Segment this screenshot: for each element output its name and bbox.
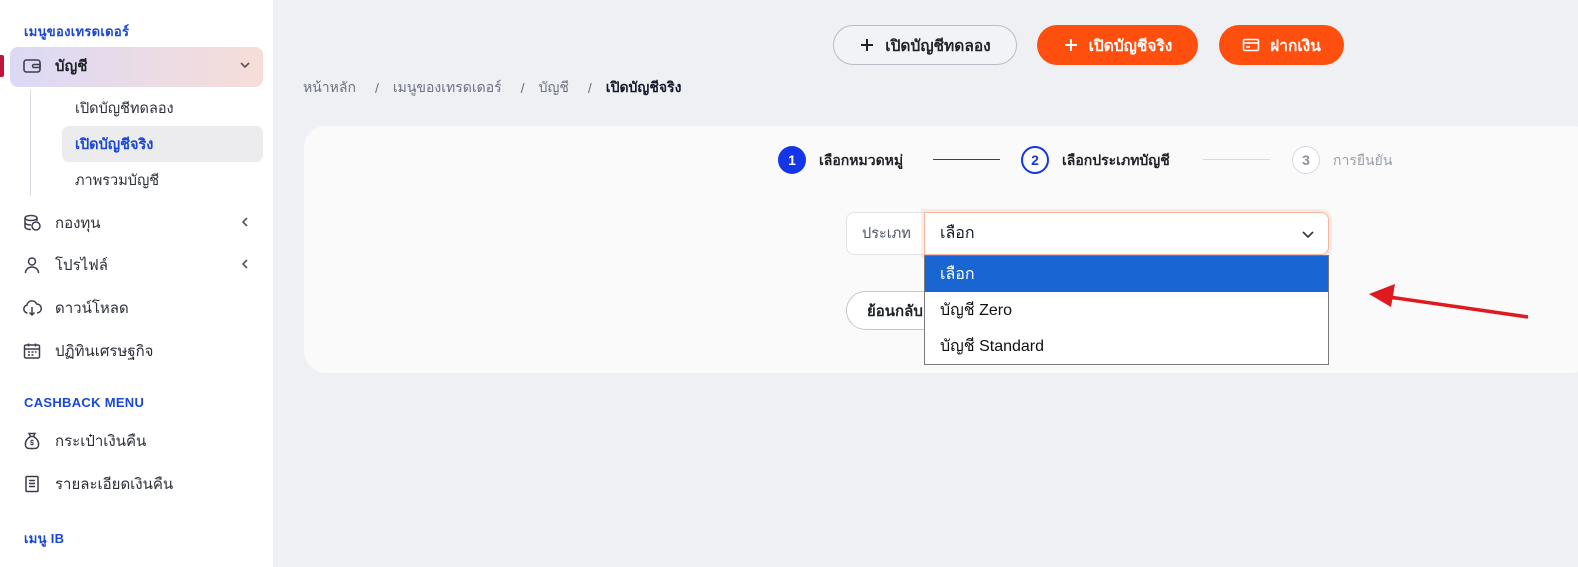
account-type-select[interactable]: เลือก (924, 212, 1329, 255)
section-title-cashback: CASHBACK MENU (24, 395, 145, 410)
red-arrow-annotation (1369, 284, 1529, 319)
chevron-left-icon (238, 215, 252, 229)
breadcrumb-separator: / (520, 80, 525, 96)
account-type-label: ประเภท (846, 212, 926, 255)
section-title-ib: เมนู IB (24, 531, 65, 546)
user-icon (22, 255, 42, 275)
dropdown-option[interactable]: บัญชี Standard (925, 328, 1328, 364)
section-title-trader: เมนูของเทรดเดอร์ (24, 24, 130, 39)
sidebar-item-label: รายละเอียดเงินคืน (55, 476, 174, 493)
deposit-button[interactable]: ฝากเงิน (1219, 25, 1344, 65)
step-1-label: เลือกหมวดหมู่ (819, 152, 904, 168)
breadcrumb-home[interactable]: หน้าหลัก (303, 77, 356, 99)
cloud-download-icon (22, 298, 42, 318)
open-demo-account-button[interactable]: เปิดบัญชีทดลอง (833, 25, 1017, 65)
breadcrumb-current: เปิดบัญชีจริง (605, 79, 682, 95)
sidebar-item-label: กระเป๋าเงินคืน (55, 433, 147, 450)
plus-icon (1063, 37, 1079, 53)
button-label: ฝากเงิน (1270, 37, 1321, 55)
step-2-label: เลือกประเภทบัญชี (1062, 152, 1170, 168)
account-type-dropdown: เลือก บัญชี Zero บัญชี Standard (924, 255, 1329, 365)
money-bag-icon (22, 431, 42, 451)
receipt-icon (22, 474, 42, 494)
submenu-real-account[interactable]: เปิดบัญชีจริง (62, 126, 263, 162)
sidebar-item-label: ปฏิทินเศรษฐกิจ (55, 343, 154, 360)
sidebar-item-label: โปรไฟล์ (55, 257, 108, 274)
step-2-circle: 2 (1021, 146, 1049, 174)
coins-icon (22, 213, 42, 233)
chevron-down-icon (1300, 226, 1316, 247)
sidebar-item-download[interactable]: ดาวน์โหลด (22, 296, 252, 320)
submenu-guide-line (30, 90, 31, 196)
step-3-label: การยืนยัน (1333, 152, 1393, 168)
step-connector (933, 159, 1000, 160)
submenu-account-overview[interactable]: ภาพรวมบัญชี (62, 162, 263, 198)
breadcrumb-separator: / (374, 80, 379, 96)
chevron-left-icon (238, 257, 252, 271)
button-label: เปิดบัญชีจริง (1088, 37, 1173, 55)
breadcrumb-separator: / (587, 80, 592, 96)
sidebar-item-cashback-details[interactable]: รายละเอียดเงินคืน (22, 472, 252, 496)
sidebar: เมนูของเทรดเดอร์ บัญชี เปิดบัญชีทดลอง เป… (0, 0, 273, 567)
dropdown-option[interactable]: เลือก (925, 256, 1328, 292)
sidebar-item-profile[interactable]: โปรไฟล์ (22, 253, 252, 277)
button-label: ย้อนกลับ (867, 302, 923, 320)
sidebar-item-label: บัญชี (55, 58, 88, 75)
submenu-demo-account[interactable]: เปิดบัญชีทดลอง (62, 90, 263, 126)
breadcrumb-account[interactable]: บัญชี (539, 77, 569, 99)
plus-icon (859, 37, 875, 53)
sidebar-item-funds[interactable]: กองทุน (22, 211, 252, 235)
open-real-account-button[interactable]: เปิดบัญชีจริง (1037, 25, 1198, 65)
wallet-icon (22, 56, 42, 76)
breadcrumb-trader-menu[interactable]: เมนูของเทรดเดอร์ (393, 77, 502, 99)
sidebar-item-label: ดาวน์โหลด (55, 300, 129, 317)
step-connector (1203, 159, 1270, 160)
dropdown-option[interactable]: บัญชี Zero (925, 292, 1328, 328)
sidebar-item-cashback-wallet[interactable]: กระเป๋าเงินคืน (22, 429, 252, 453)
active-indicator (0, 55, 4, 77)
breadcrumb: หน้าหลัก / เมนูของเทรดเดอร์ / บัญชี / เป… (303, 78, 681, 98)
sidebar-item-account[interactable]: บัญชี (22, 54, 252, 78)
select-value: เลือก (940, 225, 975, 242)
credit-card-icon (1242, 37, 1260, 53)
sidebar-item-economic-calendar[interactable]: ปฏิทินเศรษฐกิจ (22, 339, 252, 363)
sidebar-item-label: กองทุน (55, 215, 101, 232)
step-3-circle: 3 (1292, 146, 1320, 174)
chevron-down-icon (238, 58, 252, 72)
button-label: เปิดบัญชีทดลอง (885, 37, 991, 55)
step-1-circle: 1 (778, 146, 806, 174)
calendar-icon (22, 341, 42, 361)
